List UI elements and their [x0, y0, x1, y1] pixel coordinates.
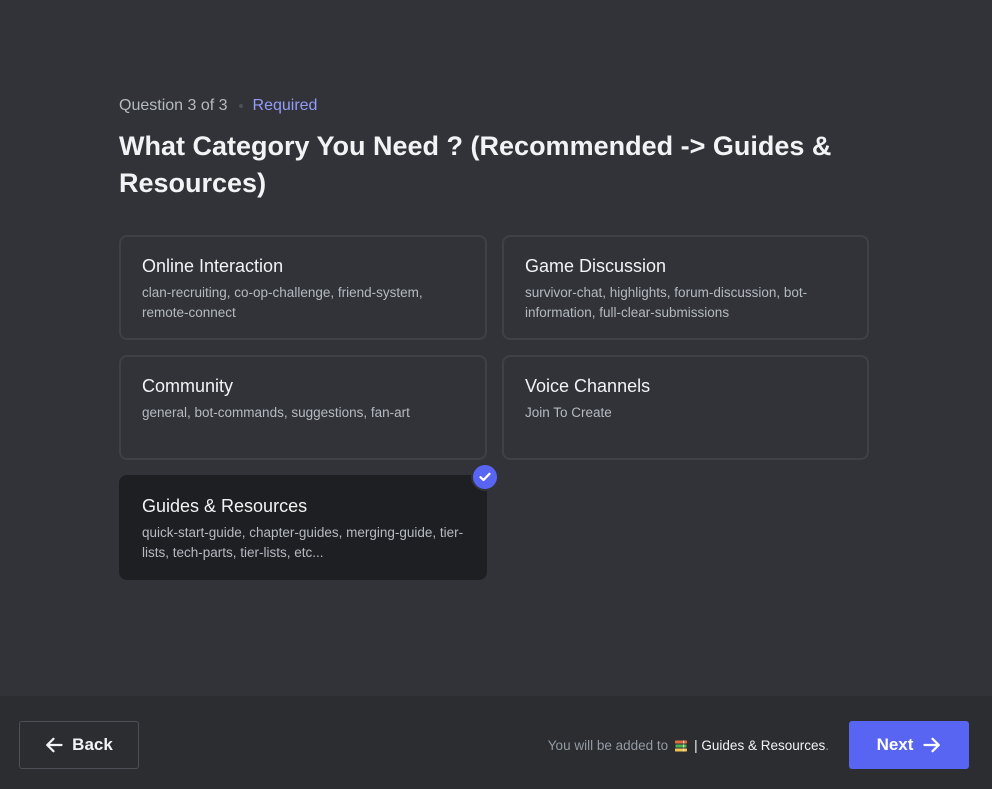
option-game-discussion[interactable]: Game Discussion survivor-chat, highlight…: [502, 235, 869, 340]
option-description: quick-start-guide, chapter-guides, mergi…: [142, 525, 464, 560]
next-label: Next: [876, 735, 914, 754]
required-label: Required: [252, 97, 318, 114]
question-counter: Question 3 of 3: [119, 97, 228, 114]
option-title: Game Discussion: [525, 256, 667, 276]
option-description: general, bot-commands, suggestions, fan-…: [142, 405, 410, 420]
option-title: Community: [142, 376, 234, 396]
option-online-interaction[interactable]: Online Interaction clan-recruiting, co-o…: [119, 235, 487, 340]
question-title: What Category You Need ? (Recommended ->…: [119, 131, 832, 198]
option-voice-channels[interactable]: Voice Channels Join To Create: [502, 355, 869, 460]
arrow-left-icon: [45, 737, 63, 753]
back-label: Back: [72, 735, 113, 754]
added-to-notice: You will be added to | Guides & Resource…: [548, 737, 829, 755]
option-description: survivor-chat, highlights, forum-discuss…: [525, 285, 808, 320]
option-title: Voice Channels: [525, 376, 651, 396]
option-description: clan-recruiting, co-op-challenge, friend…: [142, 285, 423, 320]
onboarding-page: Question 3 of 3 Required What Category Y…: [0, 0, 992, 789]
added-prefix: You will be added to: [547, 738, 669, 753]
option-guides-resources[interactable]: Guides & Resources quick-start-guide, ch…: [119, 463, 499, 580]
check-icon: [471, 463, 499, 491]
arrow-right-icon: [923, 737, 941, 753]
back-button[interactable]: Back: [19, 721, 139, 769]
books-icon: [674, 739, 688, 753]
added-suffix: .: [825, 738, 829, 753]
separator-dot: [238, 104, 243, 108]
question-meta: Question 3 of 3 Required: [119, 94, 869, 118]
option-title: Online Interaction: [142, 256, 284, 276]
footer-bar: Back You will be added to | Guides & Res…: [0, 696, 992, 789]
option-title: Guides & Resources: [142, 496, 308, 516]
question-section: Question 3 of 3 Required What Category Y…: [119, 94, 869, 580]
option-community[interactable]: Community general, bot-commands, suggest…: [119, 355, 487, 460]
next-button[interactable]: Next: [849, 721, 969, 769]
channel-name: | Guides & Resources: [694, 738, 826, 753]
options-grid: Online Interaction clan-recruiting, co-o…: [119, 235, 869, 580]
option-description: Join To Create: [525, 405, 612, 420]
